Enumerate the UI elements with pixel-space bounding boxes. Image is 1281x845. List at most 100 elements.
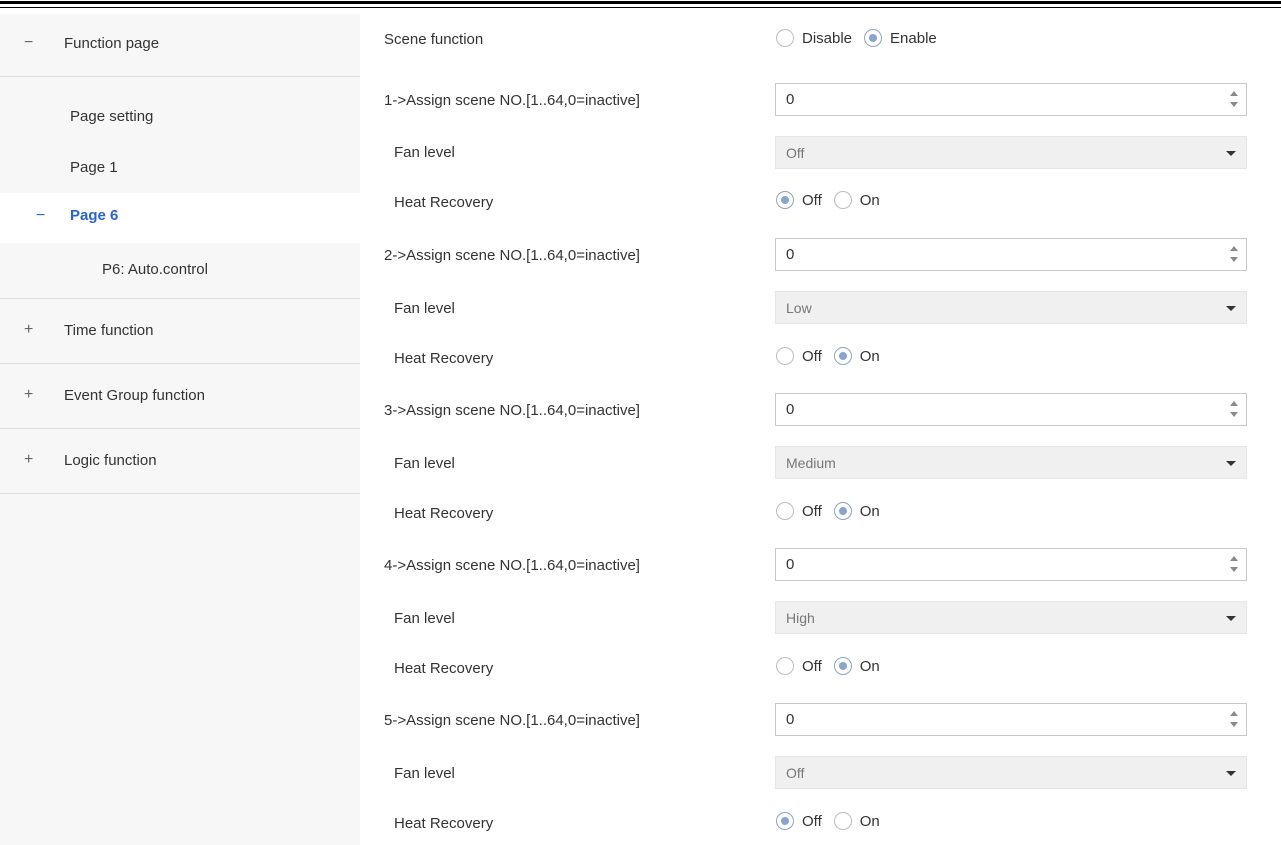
sidebar-item-page-1[interactable]: Page 1 — [0, 142, 360, 190]
radio-on[interactable]: On — [833, 191, 880, 209]
spinner-arrows-icon[interactable] — [1228, 554, 1240, 576]
sidebar-item-page-setting[interactable]: Page setting — [0, 92, 360, 140]
heat-recovery-label: Heat Recovery — [394, 350, 494, 367]
collapse-icon[interactable]: − — [36, 207, 45, 225]
radio-on[interactable]: On — [833, 812, 880, 830]
heat-recovery-4-radio-group: Off On — [776, 657, 892, 675]
fan-level-label: Fan level — [394, 300, 455, 317]
radio-off[interactable]: Off — [776, 347, 822, 365]
assign-scene-4-input[interactable]: 0 — [775, 548, 1247, 581]
chevron-down-icon — [1226, 151, 1236, 156]
assign-scene-label: 1->Assign scene NO.[1..64,0=inactive] — [384, 92, 640, 109]
radio-on[interactable]: On — [833, 657, 880, 675]
assign-scene-label: 4->Assign scene NO.[1..64,0=inactive] — [384, 557, 640, 574]
radio-circle-icon[interactable] — [833, 191, 852, 209]
radio-circle-icon[interactable] — [776, 347, 794, 365]
radio-label: Off — [802, 502, 822, 520]
sidebar: − Function page Page setting Page 1 − Pa… — [0, 14, 360, 845]
radio-circle-icon[interactable] — [776, 502, 794, 520]
fan-level-1-select[interactable]: Off — [775, 136, 1247, 169]
heat-recovery-label: Heat Recovery — [394, 505, 494, 522]
radio-on[interactable]: On — [833, 347, 880, 365]
fan-level-5-select[interactable]: Off — [775, 756, 1247, 789]
chevron-down-icon — [1226, 616, 1236, 621]
heat-recovery-5-radio-group: Off On — [776, 812, 892, 830]
fan-level-4-select[interactable]: High — [775, 601, 1247, 634]
radio-selected-icon[interactable] — [833, 502, 852, 520]
sidebar-item-label: Event Group function — [64, 387, 205, 404]
spinner-arrows-icon[interactable] — [1228, 244, 1240, 266]
collapse-icon[interactable]: − — [24, 34, 33, 52]
sidebar-item-p6-auto-control[interactable]: P6: Auto.control — [0, 248, 360, 296]
divider — [0, 493, 360, 494]
expand-icon[interactable]: + — [24, 451, 33, 469]
radio-label: Off — [802, 347, 822, 365]
expand-icon[interactable]: + — [24, 321, 33, 339]
input-value: 0 — [786, 711, 795, 728]
select-value: High — [786, 610, 815, 626]
radio-selected-icon[interactable] — [833, 347, 852, 365]
radio-off[interactable]: Off — [776, 657, 822, 675]
select-value: Off — [786, 145, 805, 161]
radio-enable[interactable]: Enable — [864, 29, 937, 47]
radio-selected-icon[interactable] — [776, 812, 794, 830]
top-rule-thin — [0, 7, 1281, 8]
radio-label: Off — [802, 657, 822, 675]
sidebar-item-event-group-function[interactable]: + Event Group function — [0, 364, 360, 428]
radio-label: Enable — [890, 29, 937, 47]
chevron-down-icon — [1226, 771, 1236, 776]
top-rule — [0, 0, 1281, 12]
sidebar-item-page-6[interactable]: − Page 6 — [0, 193, 360, 243]
fan-level-label: Fan level — [394, 765, 455, 782]
fan-level-2-select[interactable]: Low — [775, 291, 1247, 324]
fan-level-label: Fan level — [394, 144, 455, 161]
sidebar-item-label: Page 6 — [70, 207, 119, 224]
radio-selected-icon[interactable] — [864, 29, 883, 47]
sidebar-item-label: Time function — [64, 322, 154, 339]
assign-scene-5-input[interactable]: 0 — [775, 703, 1247, 736]
radio-selected-icon[interactable] — [833, 657, 852, 675]
assign-scene-1-input[interactable]: 0 — [775, 83, 1247, 116]
assign-scene-2-input[interactable]: 0 — [775, 238, 1247, 271]
radio-disable[interactable]: Disable — [776, 29, 852, 47]
radio-circle-icon[interactable] — [833, 812, 852, 830]
spinner-arrows-icon[interactable] — [1228, 709, 1240, 731]
sidebar-item-label: Page setting — [70, 108, 154, 125]
radio-circle-icon[interactable] — [776, 29, 794, 47]
radio-label: On — [859, 502, 880, 520]
radio-off[interactable]: Off — [776, 812, 822, 830]
fan-level-label: Fan level — [394, 455, 455, 472]
chevron-down-icon — [1226, 306, 1236, 311]
assign-scene-3-input[interactable]: 0 — [775, 393, 1247, 426]
fan-level-label: Fan level — [394, 610, 455, 627]
assign-scene-label: 5->Assign scene NO.[1..64,0=inactive] — [384, 712, 640, 729]
select-value: Off — [786, 765, 805, 781]
spinner-arrows-icon[interactable] — [1228, 399, 1240, 421]
radio-off[interactable]: Off — [776, 502, 822, 520]
radio-label: On — [859, 812, 880, 830]
heat-recovery-label: Heat Recovery — [394, 194, 494, 211]
sidebar-item-time-function[interactable]: + Time function — [0, 299, 360, 363]
heat-recovery-3-radio-group: Off On — [776, 502, 892, 520]
radio-selected-icon[interactable] — [776, 191, 794, 209]
input-value: 0 — [786, 91, 795, 108]
parameter-panel: Scene function Disable Enable 1->Assign … — [360, 14, 1281, 845]
sidebar-item-label: P6: Auto.control — [102, 261, 208, 278]
radio-label: On — [859, 657, 880, 675]
scene-function-row: Scene function Disable Enable — [360, 29, 1281, 83]
radio-circle-icon[interactable] — [776, 657, 794, 675]
radio-on[interactable]: On — [833, 502, 880, 520]
sidebar-item-label: Logic function — [64, 452, 157, 469]
sidebar-item-function-page[interactable]: − Function page — [0, 14, 360, 76]
expand-icon[interactable]: + — [24, 386, 33, 404]
radio-label: Disable — [802, 29, 853, 47]
sidebar-item-logic-function[interactable]: + Logic function — [0, 429, 360, 493]
chevron-down-icon — [1226, 461, 1236, 466]
spinner-arrows-icon[interactable] — [1228, 89, 1240, 111]
heat-recovery-1-radio-group: Off On — [776, 191, 892, 209]
radio-off[interactable]: Off — [776, 191, 822, 209]
top-rule-thick — [0, 1, 1281, 4]
fan-level-3-select[interactable]: Medium — [775, 446, 1247, 479]
assign-scene-label: 2->Assign scene NO.[1..64,0=inactive] — [384, 247, 640, 264]
sidebar-item-label: Page 1 — [70, 159, 118, 176]
